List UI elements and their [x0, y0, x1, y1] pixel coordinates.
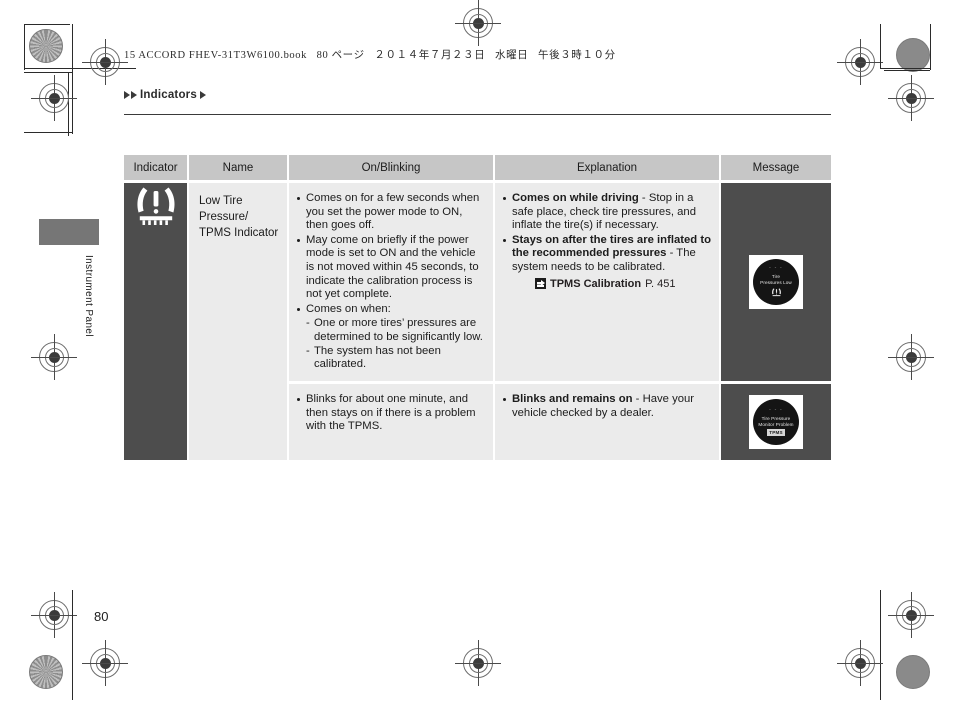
file-header-text: 15 ACCORD FHEV-31T3W6100.book 80 ページ ２０１…	[124, 50, 616, 61]
cross-reference-page: P. 451	[645, 277, 676, 290]
explanation-list: Comes on while driving - Stop in a safe …	[501, 192, 711, 275]
list-item: Blinks for about one minute, and then st…	[295, 393, 483, 434]
crosshair-bottom-center	[455, 640, 501, 686]
on-blinking-cell: Blinks for about one minute, and then st…	[288, 384, 495, 460]
indicator-name: Low Tire Pressure/TPMS Indicator	[199, 195, 279, 239]
registration-dot-top-right	[896, 38, 930, 72]
page-number: 80	[94, 609, 109, 624]
message-image: - - - Tire Pressures Low	[749, 255, 803, 309]
on-blinking-list: Comes on for a few seconds when you set …	[295, 192, 483, 372]
gauge-display: - - - Tire Pressures Low	[753, 259, 799, 305]
crop-mark-left-inner-h2	[24, 72, 72, 73]
list-item: Blinks and remains on - Have your vehicl…	[501, 393, 711, 420]
crop-mark-left-inner-h	[24, 68, 136, 69]
name-cell: Low Tire Pressure/TPMS Indicator	[188, 183, 289, 460]
gauge-display: - - - Tire Pressure Monitor Problem TPMS	[753, 399, 799, 445]
crosshair-right-upper	[888, 75, 934, 121]
crosshair-top-right	[837, 39, 883, 85]
message-image: - - - Tire Pressure Monitor Problem TPMS	[749, 395, 803, 449]
header-divider	[124, 114, 831, 115]
crosshair-left-middle	[31, 334, 77, 380]
column-header-name: Name	[188, 155, 289, 180]
sub-list-item: The system has not been calibrated.	[306, 345, 483, 372]
column-header-message: Message	[720, 155, 831, 180]
sub-list-item: One or more tires’ pressures are determi…	[306, 317, 483, 344]
crosshair-left-upper	[31, 75, 77, 121]
crop-mark-right-inner-h	[880, 68, 930, 69]
list-item: May come on briefly if the power mode is…	[295, 234, 483, 302]
indicator-cell	[124, 183, 189, 460]
crosshair-left-lower	[31, 592, 77, 638]
tpms-badge: TPMS	[767, 429, 785, 437]
crop-mark-left-edge-v	[72, 590, 73, 700]
message-cell: - - - Tire Pressure Monitor Problem TPMS	[720, 384, 831, 460]
crop-mark-right-edge-v	[880, 590, 881, 700]
explanation-cell: Comes on while driving - Stop in a safe …	[494, 183, 721, 381]
chevron-right-icon	[131, 91, 137, 99]
tpms-low-tire-pressure-icon	[771, 288, 781, 297]
jump-arrow-icon	[535, 278, 546, 290]
cross-reference-label: TPMS Calibration	[550, 277, 642, 290]
gauge-message-line-2: Monitor Problem	[758, 421, 794, 427]
chevron-right-icon	[199, 91, 206, 99]
crosshair-top-left	[82, 39, 128, 85]
cross-reference[interactable]: TPMS Calibration P. 451	[501, 277, 711, 291]
tpms-low-tire-pressure-icon	[136, 187, 175, 225]
gauge-dashes: - - -	[769, 264, 783, 271]
crop-mark-left-inner-v2	[68, 72, 69, 136]
explanation-list: Blinks and remains on - Have your vehicl…	[501, 393, 711, 420]
crop-mark-left-lower-h	[24, 132, 72, 133]
section-tab-label: Instrument Panel	[83, 255, 94, 337]
crop-mark-right-inner-v	[880, 24, 881, 68]
message-cell: - - - Tire Pressures Low	[720, 183, 831, 381]
breadcrumb-label: Indicators	[140, 89, 197, 101]
explanation-cell: Blinks and remains on - Have your vehicl…	[494, 384, 721, 460]
list-item: Comes on for a few seconds when you set …	[295, 192, 483, 233]
column-header-on-blinking: On/Blinking	[288, 155, 495, 180]
on-blinking-cell: Comes on for a few seconds when you set …	[288, 183, 495, 381]
table-header-row: Indicator Name On/Blinking Explanation M…	[124, 155, 831, 180]
crop-mark-left-inner-v	[72, 24, 73, 134]
table-row: Low Tire Pressure/TPMS Indicator Comes o…	[124, 183, 831, 460]
registration-target-bottom-left	[29, 655, 63, 689]
on-blinking-list: Blinks for about one minute, and then st…	[295, 393, 483, 434]
list-item: Comes on while driving - Stop in a safe …	[501, 192, 711, 233]
section-tab-marker	[39, 219, 99, 245]
registration-target-top-left	[29, 29, 63, 63]
crosshair-top-center	[455, 0, 501, 46]
indicators-table: Indicator Name On/Blinking Explanation M…	[124, 155, 831, 460]
gauge-message-line-2: Pressures Low	[760, 279, 792, 285]
column-header-explanation: Explanation	[494, 155, 721, 180]
list-item: Stays on after the tires are inflated to…	[501, 234, 711, 275]
crosshair-right-lower	[888, 592, 934, 638]
sub-list: One or more tires’ pressures are determi…	[306, 317, 483, 371]
breadcrumb: Indicators	[124, 89, 206, 101]
crosshair-right-middle	[888, 334, 934, 380]
gauge-dashes: - - -	[769, 406, 783, 413]
chevron-right-icon	[124, 91, 130, 99]
registration-dot-bottom-right	[896, 655, 930, 689]
crosshair-bottom-right	[837, 640, 883, 686]
crosshair-bottom-left	[82, 640, 128, 686]
column-header-indicator: Indicator	[124, 155, 189, 180]
list-item: Comes on when: One or more tires’ pressu…	[295, 303, 483, 372]
